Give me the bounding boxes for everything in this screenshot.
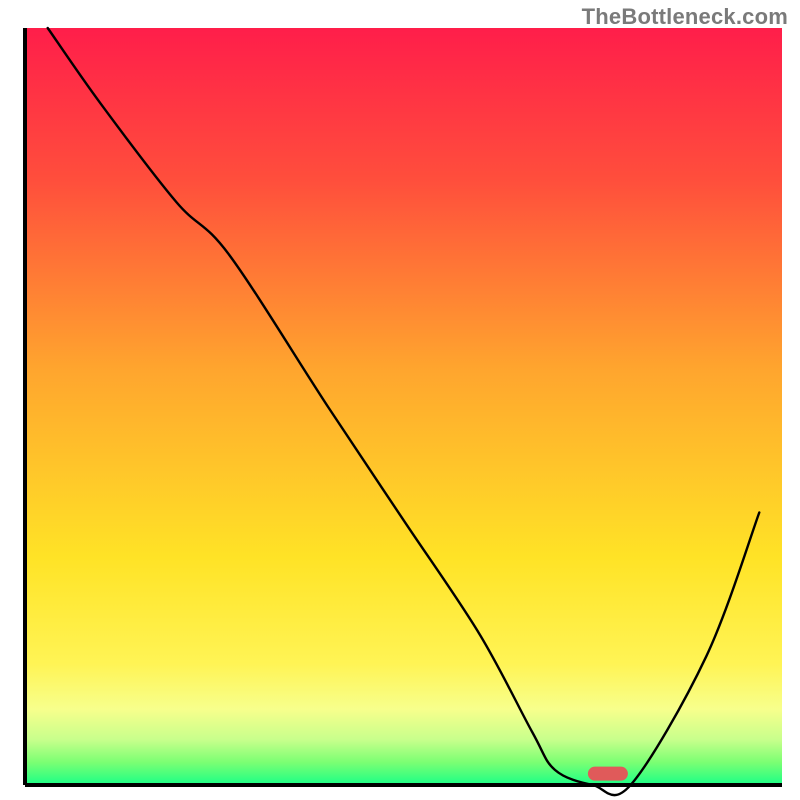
bottleneck-chart <box>0 0 800 800</box>
optimal-marker <box>588 767 628 781</box>
chart-plot-area <box>25 28 782 785</box>
